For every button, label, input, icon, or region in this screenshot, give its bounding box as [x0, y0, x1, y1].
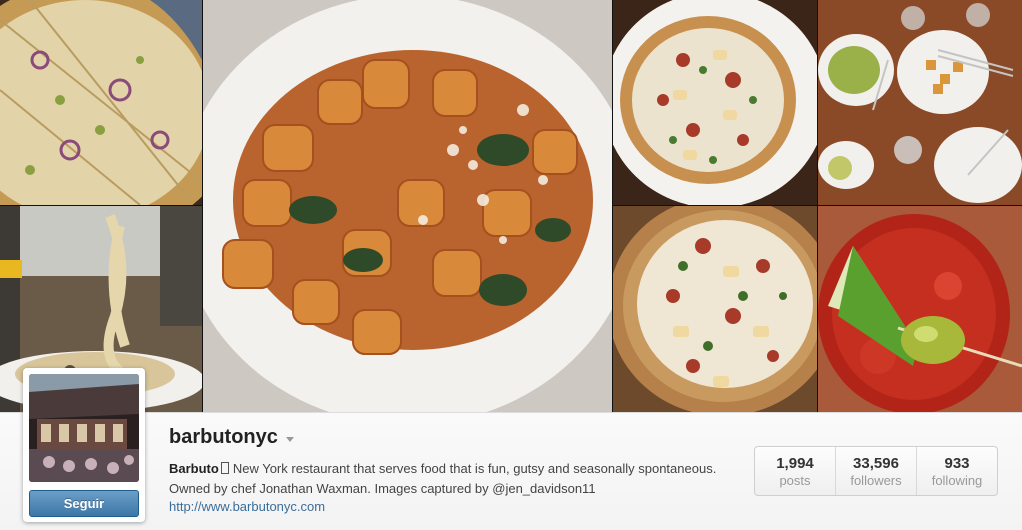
bio: Barbuto New York restaurant that serves f…: [169, 459, 729, 499]
stats-box: 1,994 posts 33,596 followers 933 followi…: [754, 446, 998, 496]
stat-value: 933: [944, 454, 970, 472]
stat-value: 1,994: [776, 454, 814, 472]
photo-pizza-board[interactable]: [613, 206, 817, 412]
caret-down-icon[interactable]: [285, 436, 294, 442]
unknown-glyph-icon: [220, 462, 229, 474]
bio-text: New York restaurant that serves food tha…: [169, 461, 717, 496]
stat-label: following: [931, 472, 983, 488]
photo-pizza-onion[interactable]: [0, 0, 202, 205]
bio-name: Barbuto: [169, 461, 219, 476]
photo-mosaic: [0, 0, 1022, 412]
profile-card: Seguir: [23, 368, 145, 522]
stat-value: 33,596: [853, 454, 899, 472]
stat-label: followers: [850, 472, 902, 488]
photo-pizza-apple[interactable]: [613, 0, 817, 205]
avatar[interactable]: [29, 374, 139, 482]
website-link[interactable]: http://www.barbutonyc.com: [169, 499, 325, 514]
username-row: barbutonyc: [169, 426, 294, 449]
stat-followers[interactable]: 33,596 followers: [836, 447, 917, 495]
username: barbutonyc: [169, 426, 278, 448]
photo-gnocchi[interactable]: [203, 0, 612, 412]
photo-table-plates[interactable]: [818, 0, 1022, 205]
stat-following[interactable]: 933 following: [917, 447, 997, 495]
stat-label: posts: [779, 472, 811, 488]
follow-button[interactable]: Seguir: [29, 490, 139, 517]
photo-bloody-mary[interactable]: [818, 206, 1022, 412]
stat-posts[interactable]: 1,994 posts: [755, 447, 836, 495]
